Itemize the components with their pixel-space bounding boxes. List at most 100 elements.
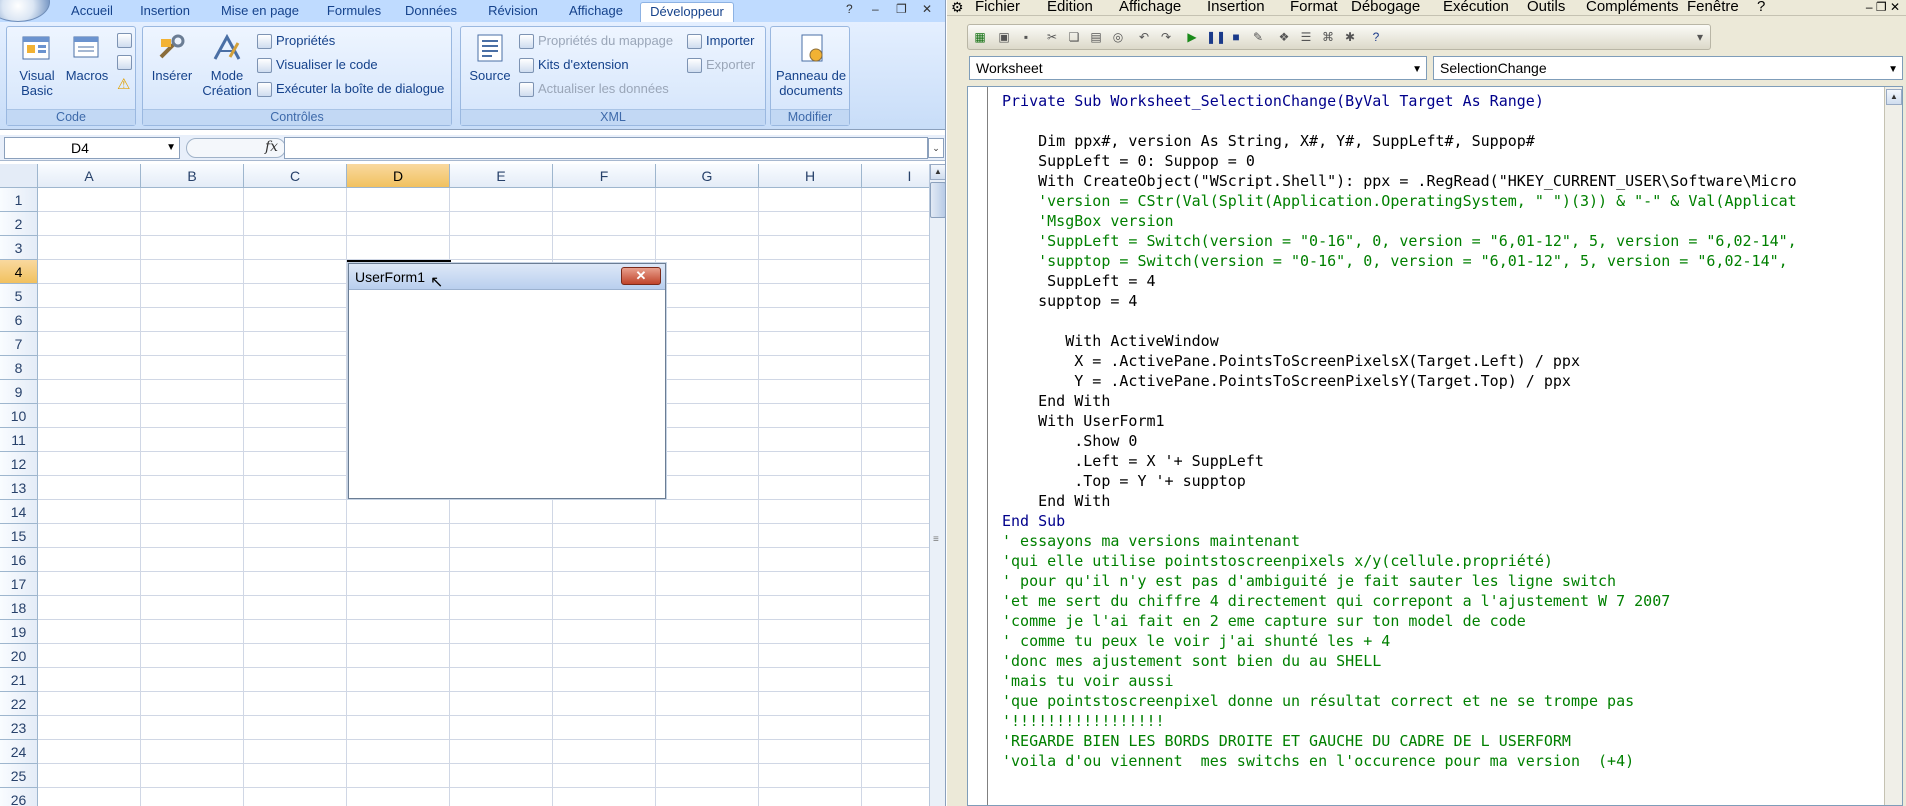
save-icon[interactable]: ▪: [1018, 29, 1034, 45]
chevron-down-icon[interactable]: ▼: [1412, 59, 1422, 81]
row-header-23[interactable]: 23: [0, 716, 38, 740]
expand-formula-bar-icon[interactable]: ⌄: [928, 138, 944, 158]
row-header-15[interactable]: 15: [0, 524, 38, 548]
code-line[interactable]: End With: [1002, 391, 1882, 411]
relative-ref-icon[interactable]: [117, 55, 132, 70]
source-button[interactable]: Source: [465, 31, 515, 83]
scroll-up-icon[interactable]: ▲: [930, 164, 945, 180]
object-browser-icon[interactable]: ⌘: [1320, 29, 1336, 45]
row-header-3[interactable]: 3: [0, 236, 38, 260]
stop-icon[interactable]: ■: [1228, 29, 1244, 45]
cut-icon[interactable]: ✂: [1044, 29, 1060, 45]
menu-fichier[interactable]: Fichier: [975, 0, 1020, 15]
vbe-window-controls[interactable]: – ❐ ✕: [1866, 0, 1900, 14]
redo-icon[interactable]: ↷: [1158, 29, 1174, 45]
executer-dialogue-button[interactable]: Exécuter la boîte de dialogue: [257, 79, 444, 99]
row-header-11[interactable]: 11: [0, 428, 38, 452]
code-line[interactable]: supptop = 4: [1002, 291, 1882, 311]
select-all-corner[interactable]: [0, 164, 38, 188]
row-header-4[interactable]: 4: [0, 260, 38, 284]
help-icon[interactable]: ?: [1368, 29, 1384, 45]
menu-help[interactable]: ?: [1757, 0, 1765, 15]
code-line[interactable]: Dim ppx#, version As String, X#, Y#, Sup…: [1002, 131, 1882, 151]
properties-window-icon[interactable]: ☰: [1298, 29, 1314, 45]
code-line[interactable]: 'donc mes ajustement sont bien du au SHE…: [1002, 651, 1882, 671]
code-line[interactable]: .Show 0: [1002, 431, 1882, 451]
visual-basic-button[interactable]: Visual Basic: [13, 31, 61, 98]
column-header-e[interactable]: E: [450, 164, 553, 188]
row-header-18[interactable]: 18: [0, 596, 38, 620]
find-icon[interactable]: ◎: [1110, 29, 1126, 45]
tab-affichage[interactable]: Affichage: [560, 2, 632, 22]
inserer-button[interactable]: Insérer: [147, 31, 197, 83]
tab-donnees[interactable]: Données: [398, 2, 464, 22]
row-header-9[interactable]: 9: [0, 380, 38, 404]
menu-edition[interactable]: Edition: [1047, 0, 1093, 15]
code-line[interactable]: Y = .ActivePane.PointsToScreenPixelsY(Ta…: [1002, 371, 1882, 391]
menu-insertion[interactable]: Insertion: [1207, 0, 1265, 15]
scroll-thumb[interactable]: [930, 182, 945, 218]
paste-icon[interactable]: ▤: [1088, 29, 1104, 45]
proprietes-mappage-button[interactable]: Propriétés du mappage: [519, 31, 673, 51]
restore-icon[interactable]: ❐: [896, 2, 907, 16]
menu-complements[interactable]: Compléments: [1586, 0, 1679, 15]
tab-mise-en-page[interactable]: Mise en page: [212, 2, 308, 22]
pause-icon[interactable]: ❚❚: [1206, 29, 1226, 45]
code-line[interactable]: X = .ActivePane.PointsToScreenPixelsX(Ta…: [1002, 351, 1882, 371]
row-header-8[interactable]: 8: [0, 356, 38, 380]
code-line[interactable]: ' comme tu peux le voir j'ai shunté les …: [1002, 631, 1882, 651]
code-line[interactable]: 'REGARDE BIEN LES BORDS DROITE ET GAUCHE…: [1002, 731, 1882, 751]
vertical-scrollbar[interactable]: ▲ ≡: [929, 164, 945, 806]
column-header-b[interactable]: B: [141, 164, 244, 188]
row-header-5[interactable]: 5: [0, 284, 38, 308]
row-header-1[interactable]: 1: [0, 188, 38, 212]
run-icon[interactable]: ▶: [1184, 29, 1200, 45]
minimize-icon[interactable]: –: [872, 2, 879, 16]
importer-button[interactable]: Importer: [687, 31, 754, 51]
chevron-down-icon[interactable]: ▼: [166, 138, 176, 158]
row-header-7[interactable]: 7: [0, 332, 38, 356]
function-icon[interactable]: fx: [265, 139, 278, 155]
exporter-button[interactable]: Exporter: [687, 55, 755, 75]
insert-userform-icon[interactable]: ▣: [996, 29, 1012, 45]
column-header-g[interactable]: G: [656, 164, 759, 188]
code-text[interactable]: Private Sub Worksheet_SelectionChange(By…: [1002, 91, 1882, 771]
menu-fenetre[interactable]: Fenêtre: [1687, 0, 1739, 15]
toolbox-icon[interactable]: ✱: [1342, 29, 1358, 45]
row-header-25[interactable]: 25: [0, 764, 38, 788]
vbe-app-icon[interactable]: ⚙: [951, 0, 964, 15]
code-line[interactable]: SuppLeft = 4: [1002, 271, 1882, 291]
row-header-26[interactable]: 26: [0, 788, 38, 806]
tab-accueil[interactable]: Accueil: [62, 2, 122, 22]
project-explorer-icon[interactable]: ❖: [1276, 29, 1292, 45]
margin-indicator-bar[interactable]: [968, 87, 988, 805]
userform-titlebar[interactable]: UserForm1 ✕: [349, 264, 665, 290]
menu-execution[interactable]: Exécution: [1443, 0, 1509, 15]
code-line[interactable]: With ActiveWindow: [1002, 331, 1882, 351]
copy-icon[interactable]: ❏: [1066, 29, 1082, 45]
code-line[interactable]: 'SuppLeft = Switch(version = "0-16", 0, …: [1002, 231, 1882, 251]
row-header-16[interactable]: 16: [0, 548, 38, 572]
macro-security-icon[interactable]: ⚠: [117, 75, 130, 93]
visualiser-code-button[interactable]: Visualiser le code: [257, 55, 378, 75]
scroll-up-icon[interactable]: ▲: [1886, 89, 1902, 105]
row-header-22[interactable]: 22: [0, 692, 38, 716]
menu-outils[interactable]: Outils: [1527, 0, 1565, 15]
code-line[interactable]: End Sub: [1002, 511, 1882, 531]
macros-button[interactable]: Macros: [63, 31, 111, 83]
row-header-24[interactable]: 24: [0, 740, 38, 764]
code-line[interactable]: '!!!!!!!!!!!!!!!!!: [1002, 711, 1882, 731]
tab-revision[interactable]: Révision: [476, 2, 550, 22]
code-line[interactable]: 'supptop = Switch(version = "0-16", 0, v…: [1002, 251, 1882, 271]
proprietes-button[interactable]: Propriétés: [257, 31, 335, 51]
procedure-select[interactable]: SelectionChange ▼: [1433, 56, 1903, 80]
code-line[interactable]: .Top = Y '+ supptop: [1002, 471, 1882, 491]
code-line[interactable]: End With: [1002, 491, 1882, 511]
menu-format[interactable]: Format: [1290, 0, 1338, 15]
mode-creation-button[interactable]: Mode Création: [197, 31, 257, 98]
excel-view-icon[interactable]: ▦: [972, 29, 988, 45]
column-header-a[interactable]: A: [38, 164, 141, 188]
design-mode-icon[interactable]: ✎: [1250, 29, 1266, 45]
code-line[interactable]: 'que pointstoscreenpixel donne un résult…: [1002, 691, 1882, 711]
row-header-2[interactable]: 2: [0, 212, 38, 236]
